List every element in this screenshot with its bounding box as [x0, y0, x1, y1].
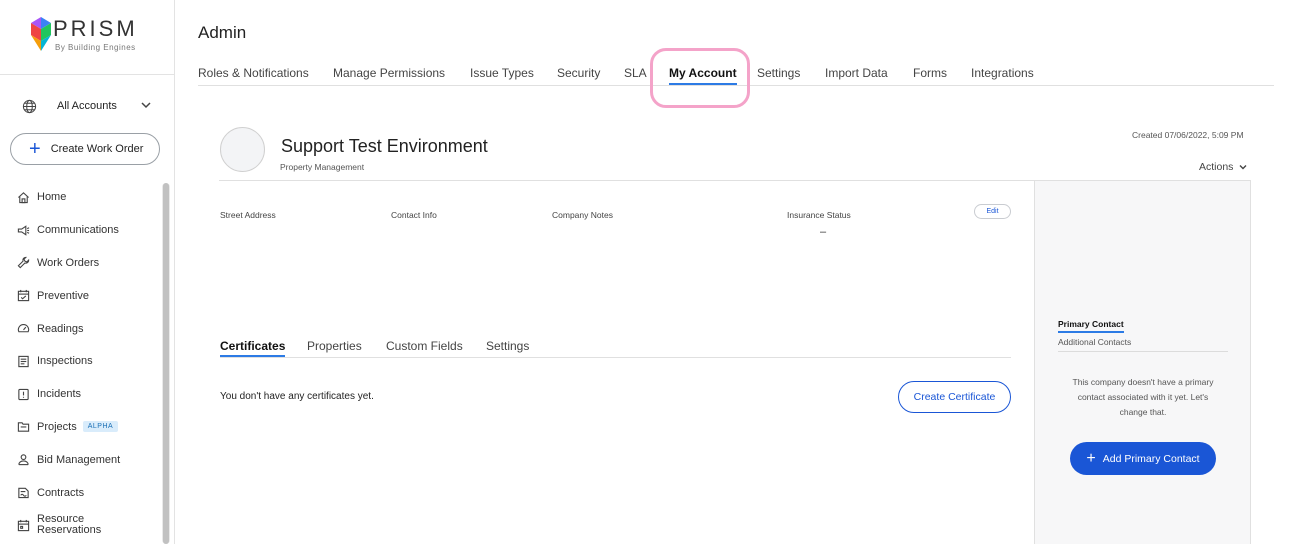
tab-additional-contacts[interactable]: Additional Contacts	[1058, 337, 1131, 347]
add-primary-contact-label: Add Primary Contact	[1102, 452, 1200, 465]
create-work-order-button[interactable]: + Create Work Order	[10, 133, 160, 165]
created-timestamp: Created 07/06/2022, 5:09 PM	[1132, 130, 1244, 140]
tab-manage-permissions[interactable]: Manage Permissions	[333, 66, 445, 80]
globe-icon	[22, 99, 37, 113]
tab-import-data[interactable]: Import Data	[825, 66, 888, 80]
sidebar-item-label: Incidents	[37, 388, 82, 401]
sidebar-item-readings[interactable]: Readings	[0, 312, 160, 345]
chevron-down-icon	[1239, 165, 1247, 170]
brand-tagline: By Building Engines	[55, 43, 136, 52]
sidebar-item-label: Bid Management	[37, 453, 121, 466]
page-title: Admin	[198, 23, 247, 42]
sidebar-item-label: Projects	[37, 420, 77, 433]
insurance-status-label: Insurance Status	[787, 210, 851, 220]
create-certificate-button[interactable]: Create Certificate	[898, 381, 1011, 413]
contacts-panel: Primary Contact Additional Contacts This…	[1034, 181, 1251, 544]
alpha-badge: ALPHA	[82, 421, 119, 433]
company-avatar	[220, 127, 265, 172]
insurance-status-value: –	[820, 226, 827, 238]
home-icon	[18, 191, 29, 204]
tab-forms[interactable]: Forms	[913, 66, 947, 80]
megaphone-icon	[17, 224, 30, 236]
gauge-icon	[17, 324, 30, 333]
sidebar-item-label: Preventive	[37, 289, 89, 302]
sidebar-item-resource-reservations[interactable]: Resource Reservations	[0, 509, 160, 542]
sidebar: PRISM By Building Engines All Accounts +…	[0, 0, 175, 544]
tab-sla[interactable]: SLA	[624, 66, 647, 80]
sidebar-item-label: Inspections	[37, 355, 93, 368]
add-primary-contact-button[interactable]: + Add Primary Contact	[1070, 442, 1216, 475]
wrench-icon	[17, 257, 30, 269]
sidebar-item-label: Contracts	[37, 486, 85, 499]
sidebar-item-label: Work Orders	[37, 256, 100, 269]
sidebar-scrollbar-thumb[interactable]	[163, 183, 169, 544]
calendar-check-icon	[17, 290, 30, 302]
tab-issue-types[interactable]: Issue Types	[470, 66, 534, 80]
company-name: Support Test Environment	[281, 136, 488, 156]
plus-icon: +	[29, 138, 41, 160]
tab-integrations[interactable]: Integrations	[971, 66, 1034, 80]
tab-roles-notifications[interactable]: Roles & Notifications	[198, 66, 309, 80]
contact-info-label: Contact Info	[391, 210, 437, 220]
tab-my-account[interactable]: My Account	[669, 66, 737, 85]
sidebar-scrollbar[interactable]	[162, 183, 170, 544]
sidebar-item-label: Home	[37, 191, 67, 204]
sidebar-item-work-orders[interactable]: Work Orders	[0, 247, 160, 280]
sidebar-item-contracts[interactable]: Contracts	[0, 476, 160, 509]
tab-sub-settings[interactable]: Settings	[486, 339, 529, 353]
company-sub-tabs: Certificates Properties Custom Fields Se…	[220, 338, 1011, 358]
clipboard-icon	[18, 355, 29, 368]
street-address-label: Street Address	[220, 210, 276, 220]
tab-settings[interactable]: Settings	[757, 66, 800, 80]
account-selector-label: All Accounts	[57, 100, 117, 112]
contract-icon	[18, 487, 29, 499]
chevron-down-icon	[141, 102, 151, 109]
certificates-empty-message: You don't have any certificates yet.	[220, 391, 374, 402]
sidebar-item-bid-management[interactable]: Bid Management	[0, 443, 160, 476]
sidebar-item-projects[interactable]: Projects ALPHA	[0, 411, 160, 444]
tab-primary-contact[interactable]: Primary Contact	[1058, 319, 1124, 333]
sidebar-item-incidents[interactable]: Incidents	[0, 378, 160, 411]
user-icon	[18, 454, 29, 466]
sidebar-nav: Home Communications Work Orders Preventi…	[0, 181, 160, 542]
contact-empty-message: This company doesn't have a primary cont…	[1072, 377, 1214, 417]
folder-icon	[17, 422, 30, 433]
prism-logo[interactable]: PRISM By Building Engines	[31, 16, 151, 57]
create-work-order-label: Create Work Order	[50, 143, 144, 155]
sidebar-item-inspections[interactable]: Inspections	[0, 345, 160, 378]
tab-custom-fields[interactable]: Custom Fields	[386, 339, 463, 353]
sidebar-item-communications[interactable]: Communications	[0, 214, 160, 247]
account-selector[interactable]: All Accounts	[22, 96, 152, 116]
actions-label: Actions	[1199, 161, 1234, 173]
admin-tabs: Roles & Notifications Manage Permissions…	[198, 62, 1274, 86]
contacts-tabs-divider	[1058, 351, 1228, 352]
sidebar-item-label: Communications	[37, 224, 119, 237]
sidebar-divider	[0, 74, 175, 75]
tab-properties[interactable]: Properties	[307, 339, 362, 353]
sidebar-item-preventive[interactable]: Preventive	[0, 279, 160, 312]
sidebar-item-home[interactable]: Home	[0, 181, 160, 214]
sidebar-item-label: Resource Reservations	[37, 513, 102, 537]
tab-certificates[interactable]: Certificates	[220, 339, 286, 357]
company-notes-label: Company Notes	[552, 210, 613, 220]
edit-button[interactable]: Edit	[974, 204, 1011, 219]
alert-icon	[18, 388, 29, 400]
calendar-icon	[17, 519, 30, 532]
tab-security[interactable]: Security	[557, 66, 600, 80]
company-type: Property Management	[280, 162, 365, 172]
prism-logo-icon	[31, 17, 51, 51]
plus-icon: +	[1086, 449, 1096, 467]
brand-name: PRISM	[53, 16, 138, 41]
actions-menu[interactable]: Actions	[1199, 161, 1248, 173]
sidebar-item-label: Readings	[37, 322, 84, 335]
